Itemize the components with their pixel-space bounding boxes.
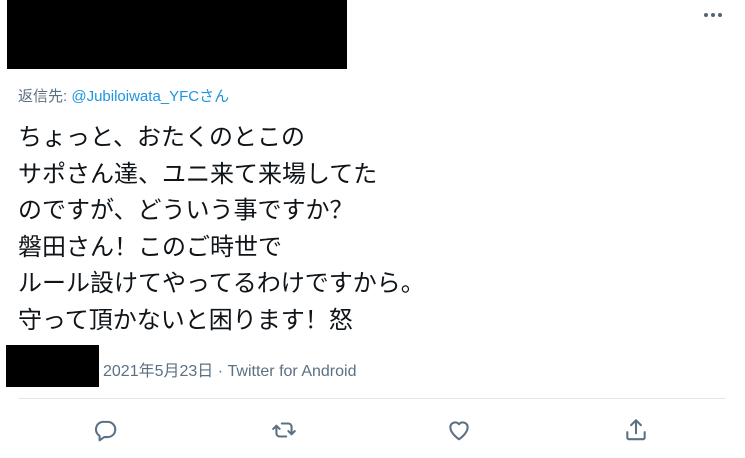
share-icon [626, 419, 646, 441]
tweet-text-line: ちょっと、おたくのとこの [18, 123, 306, 151]
redacted-user-info [7, 0, 347, 69]
dot [718, 13, 722, 17]
tweet-text-line: 磐田さん！このご時世で [18, 232, 282, 261]
share-button[interactable] [622, 416, 650, 444]
divider [18, 398, 726, 399]
more-options-icon[interactable] [700, 6, 726, 24]
tweet-date-link[interactable]: 2021年5月23日 [103, 363, 213, 380]
tweet-meta: 2021年5月23日 · Twitter for Android [103, 357, 356, 381]
heart-icon [449, 421, 469, 441]
tweet-source-link[interactable]: Twitter for Android [228, 363, 357, 380]
redacted-time [6, 345, 99, 387]
tweet-text-line: 守って頂かないと困ります！怒 [18, 305, 353, 334]
dot [711, 13, 715, 17]
action-bar [0, 412, 745, 448]
reply-button[interactable] [91, 416, 119, 444]
tweet-text-line: サポさん達、ユニ来て来場してた [18, 159, 378, 188]
reply-to-line: 返信先: @Jubiloiwata_YFCさん [18, 85, 229, 106]
retweet-icon [272, 422, 296, 438]
reply-to-handle-link[interactable]: @Jubiloiwata_YFC [71, 88, 199, 105]
like-button[interactable] [445, 416, 473, 444]
retweet-button[interactable] [270, 416, 298, 444]
reply-bubble-icon [94, 420, 117, 442]
tweet-text-line: のですが、どういう事ですか？ [18, 196, 354, 224]
dot [704, 13, 708, 17]
tweet-text: ちょっと、おたくのとこの サポさん達、ユニ来て来場してた のですが、どういう事で… [18, 119, 425, 338]
meta-separator: · [213, 363, 228, 380]
reply-to-label: 返信先: [18, 88, 72, 105]
tweet-text-line: ルール設けてやってるわけですから。 [18, 269, 425, 297]
reply-to-suffix[interactable]: さん [199, 88, 229, 105]
